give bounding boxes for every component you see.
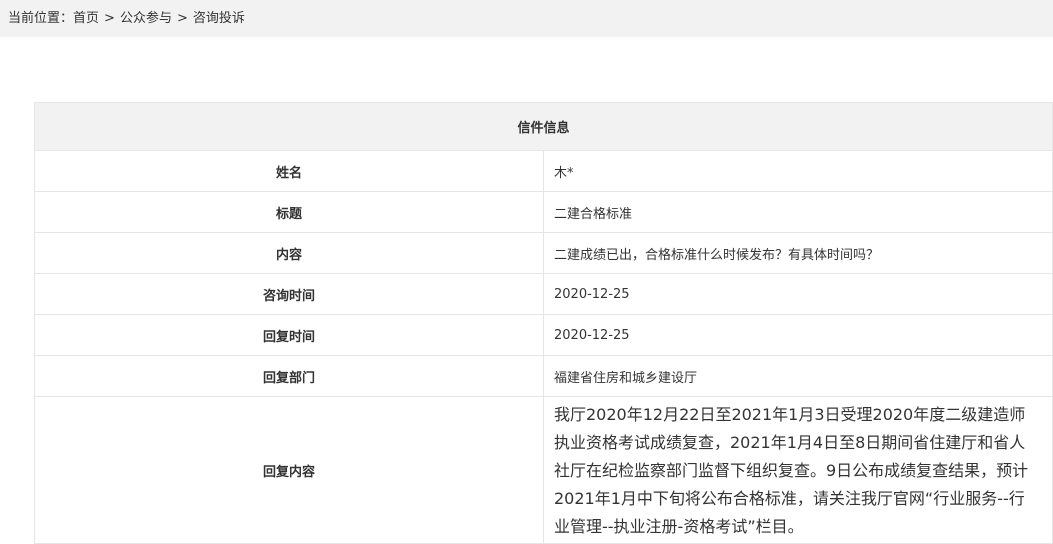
letter-info-table: 信件信息 姓名 木* 标题 二建合格标准 内容 二建成绩已出，合格标准什么时候发… <box>34 102 1053 544</box>
value-title: 二建合格标准 <box>543 191 1053 233</box>
label-content: 内容 <box>34 232 544 274</box>
row-inquiry-time: 咨询时间 2020-12-25 <box>34 273 1053 315</box>
label-reply-time: 回复时间 <box>34 314 544 356</box>
row-reply-department: 回复部门 福建省住房和城乡建设厅 <box>34 355 1053 397</box>
row-title: 标题 二建合格标准 <box>34 191 1053 233</box>
breadcrumb-link-home[interactable]: 首页 <box>73 11 99 26</box>
table-title: 信件信息 <box>34 102 1053 151</box>
breadcrumb-prefix: 当前位置： <box>8 11 74 26</box>
row-reply-time: 回复时间 2020-12-25 <box>34 314 1053 356</box>
value-name: 木* <box>543 150 1053 192</box>
breadcrumb-link-public-participation[interactable]: 公众参与 <box>120 11 172 26</box>
row-content: 内容 二建成绩已出，合格标准什么时候发布？有具体时间吗？ <box>34 232 1053 274</box>
breadcrumb: 当前位置：首页 > 公众参与 > 咨询投诉 <box>0 0 1053 37</box>
value-reply-content: 我厅2020年12月22日至2021年1月3日受理2020年度二级建造师执业资格… <box>543 396 1053 544</box>
value-content: 二建成绩已出，合格标准什么时候发布？有具体时间吗？ <box>543 232 1053 274</box>
row-reply-content: 回复内容 我厅2020年12月22日至2021年1月3日受理2020年度二级建造… <box>34 396 1053 544</box>
table-header-row: 信件信息 <box>34 102 1053 151</box>
label-reply-department: 回复部门 <box>34 355 544 397</box>
value-inquiry-time: 2020-12-25 <box>543 273 1053 315</box>
value-reply-department: 福建省住房和城乡建设厅 <box>543 355 1053 397</box>
label-title: 标题 <box>34 191 544 233</box>
label-inquiry-time: 咨询时间 <box>34 273 544 315</box>
value-reply-time: 2020-12-25 <box>543 314 1053 356</box>
label-reply-content: 回复内容 <box>34 396 544 544</box>
breadcrumb-link-consultation[interactable]: 咨询投诉 <box>193 11 245 26</box>
row-name: 姓名 木* <box>34 150 1053 192</box>
breadcrumb-separator: > <box>104 11 115 26</box>
label-name: 姓名 <box>34 150 544 192</box>
breadcrumb-separator: > <box>176 11 188 26</box>
